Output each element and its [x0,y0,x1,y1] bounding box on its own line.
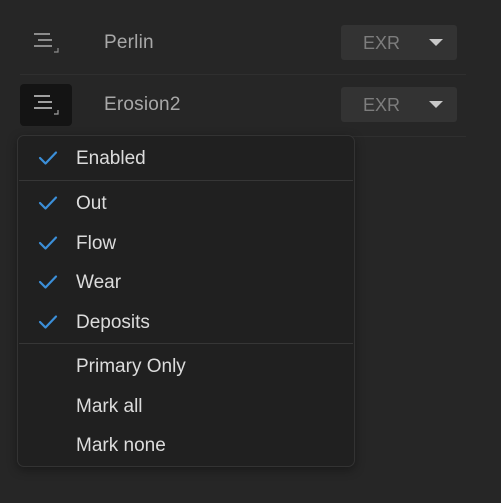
menu-item-deposits[interactable]: Deposits [18,304,354,340]
checkmark-icon [38,275,58,289]
menu-item-label: Wear [76,272,122,293]
checkmark-icon [38,196,58,210]
menu-divider [19,343,353,344]
format-value: EXR [363,95,401,115]
checkmark-icon [38,151,58,165]
format-select[interactable]: EXR [341,87,457,122]
menu-item-wear[interactable]: Wear [18,264,354,300]
menu-item-label: Mark none [76,435,166,456]
checkmark-icon [38,236,58,250]
menu-item-label: Primary Only [76,356,186,377]
node-row-perlin: Perlin EXR [0,12,470,74]
node-name: Erosion2 [104,94,181,115]
node-menu-button[interactable] [20,84,72,126]
menu-item-label: Flow [76,233,117,254]
menu-item-label: Deposits [76,312,150,333]
menu-item-enabled[interactable]: Enabled [18,140,354,176]
row-divider [352,136,466,137]
node-row-erosion2: Erosion2 EXR [0,74,470,136]
checkmark-icon [38,315,58,329]
menu-lines-icon [34,95,59,115]
node-menu-button[interactable] [20,22,72,64]
menu-item-label: Mark all [76,396,143,417]
menu-item-primary-only[interactable]: Primary Only [18,348,354,384]
menu-lines-icon [34,33,59,53]
menu-item-label: Out [76,193,107,214]
menu-item-mark-all[interactable]: Mark all [18,388,354,424]
menu-item-flow[interactable]: Flow [18,225,354,261]
menu-divider [19,180,353,181]
format-value: EXR [363,33,401,53]
caret-down-icon [429,39,443,46]
output-options-menu: Enabled Out Flow Wear Deposits Primary O… [17,135,355,467]
menu-item-out[interactable]: Out [18,185,354,221]
menu-item-mark-none[interactable]: Mark none [18,427,354,463]
format-select[interactable]: EXR [341,25,457,60]
menu-item-label: Enabled [76,148,146,169]
caret-down-icon [429,101,443,108]
node-name: Perlin [104,32,154,53]
